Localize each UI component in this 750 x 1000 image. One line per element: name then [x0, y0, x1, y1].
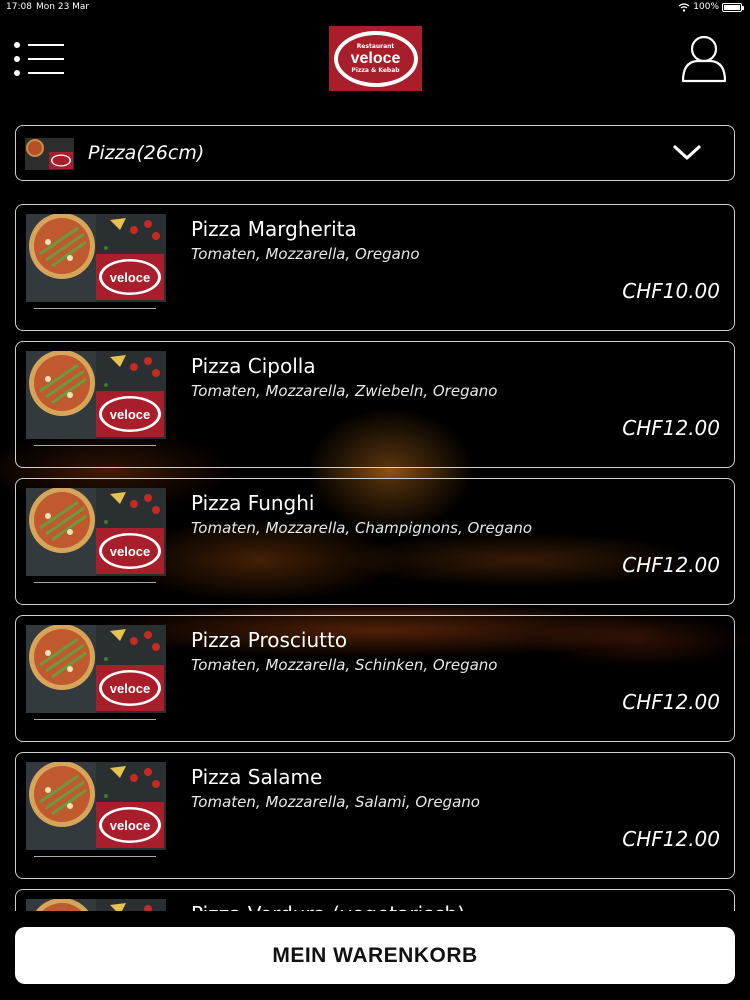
thumbnail-underline [34, 856, 156, 857]
user-icon[interactable] [680, 34, 728, 84]
svg-text:veloce: veloce [110, 681, 150, 696]
menu-icon-line [28, 58, 64, 60]
category-dropdown[interactable]: Pizza(26cm) [15, 125, 735, 181]
product-item[interactable]: veloce Pizza Salame Tomaten, Mozzarella,… [15, 752, 735, 879]
product-thumbnail: veloce [26, 214, 166, 302]
product-thumbnail: veloce [26, 351, 166, 439]
product-description: Tomaten, Mozzarella, Oregano [191, 245, 420, 263]
product-thumbnail: veloce [26, 899, 166, 911]
thumbnail-underline [34, 582, 156, 583]
menu-icon-line [28, 72, 64, 74]
header: Restaurant veloce Pizza & Kebab [0, 20, 750, 100]
menu-icon-line [28, 44, 64, 46]
product-price: CHF12.00 [622, 416, 720, 440]
svg-text:veloce: veloce [110, 407, 150, 422]
product-name: Pizza Verdura (vegetarisch) [191, 902, 465, 911]
product-name: Pizza Cipolla [191, 354, 316, 378]
status-bar: 17:08 Mon 23 Mar 100% [0, 0, 750, 16]
menu-icon [14, 42, 20, 48]
logo-main-text: veloce [350, 49, 401, 67]
product-item[interactable]: veloce Pizza Verdura (vegetarisch) [15, 889, 735, 911]
logo-inner: Restaurant veloce Pizza & Kebab [337, 34, 414, 83]
product-list[interactable]: veloce Pizza Margherita Tomaten, Mozzare… [15, 204, 735, 911]
status-time: 17:08 [6, 2, 32, 12]
chevron-down-icon [673, 145, 701, 160]
product-thumbnail: veloce [26, 762, 166, 850]
product-name: Pizza Salame [191, 765, 323, 789]
cart-button[interactable]: MEIN WARENKORB [15, 927, 735, 984]
product-item[interactable]: veloce Pizza Funghi Tomaten, Mozzarella,… [15, 478, 735, 605]
product-price: CHF10.00 [622, 279, 720, 303]
battery-icon [722, 2, 744, 12]
product-thumbnail: veloce [26, 625, 166, 713]
product-description: Tomaten, Mozzarella, Champignons, Oregan… [191, 519, 533, 537]
product-thumbnail: veloce [26, 488, 166, 576]
product-description: Tomaten, Mozzarella, Salami, Oregano [191, 793, 480, 811]
menu-button[interactable] [14, 42, 66, 78]
thumbnail-underline [34, 719, 156, 720]
product-price: CHF12.00 [622, 553, 720, 577]
battery-percent: 100% [693, 2, 719, 12]
status-right: 100% [678, 2, 744, 12]
svg-text:veloce: veloce [110, 818, 150, 833]
product-price: CHF12.00 [622, 827, 720, 851]
restaurant-logo: Restaurant veloce Pizza & Kebab [329, 26, 422, 91]
product-name: Pizza Funghi [191, 491, 315, 515]
logo-bottom-text: Pizza & Kebab [351, 66, 400, 74]
logo-oval: Restaurant veloce Pizza & Kebab [333, 30, 418, 87]
category-thumbnail [25, 138, 74, 170]
svg-text:veloce: veloce [110, 270, 150, 285]
product-name: Pizza Prosciutto [191, 628, 348, 652]
product-item[interactable]: veloce Pizza Cipolla Tomaten, Mozzarella… [15, 341, 735, 468]
status-date: Mon 23 Mar [36, 2, 90, 12]
thumbnail-underline [34, 308, 156, 309]
product-item[interactable]: veloce Pizza Prosciutto Tomaten, Mozzare… [15, 615, 735, 742]
product-name: Pizza Margherita [191, 217, 357, 241]
menu-icon-dot [14, 70, 20, 76]
product-item[interactable]: veloce Pizza Margherita Tomaten, Mozzare… [15, 204, 735, 331]
category-label: Pizza(26cm) [88, 142, 205, 164]
wifi-icon [678, 2, 690, 12]
thumbnail-underline [34, 445, 156, 446]
menu-icon-dot [14, 56, 20, 62]
product-price: CHF12.00 [622, 690, 720, 714]
svg-text:veloce: veloce [110, 544, 150, 559]
product-description: Tomaten, Mozzarella, Zwiebeln, Oregano [191, 382, 498, 400]
product-description: Tomaten, Mozzarella, Schinken, Oregano [191, 656, 498, 674]
